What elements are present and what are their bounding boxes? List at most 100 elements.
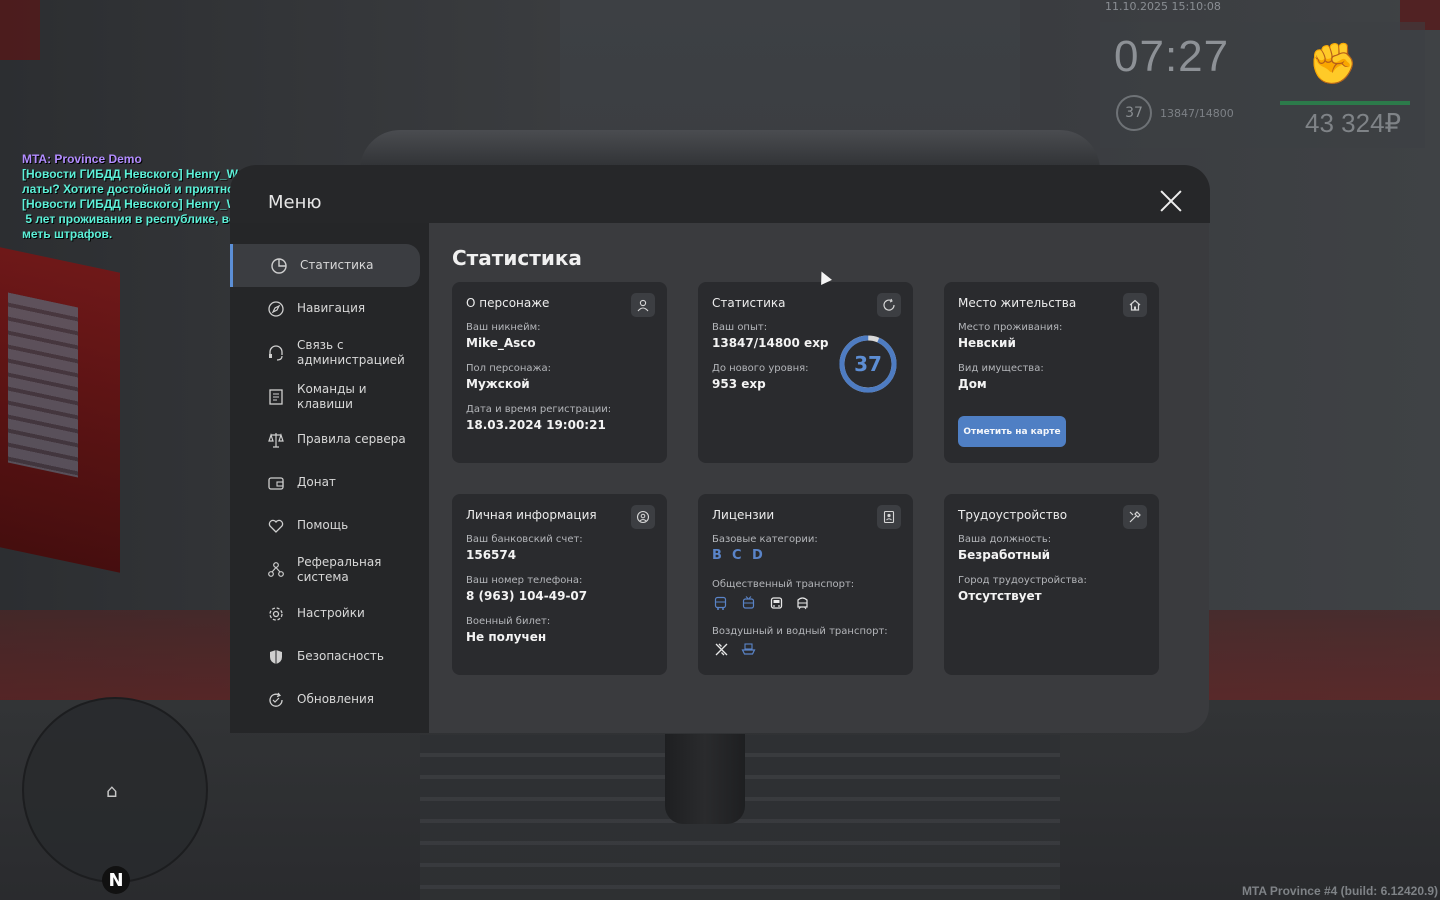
card-title: Личная информация [466,508,597,522]
wallet-icon [266,473,286,493]
registration-label: Дата и время регистрации: [466,404,612,415]
hud-clock: 07:27 [1114,32,1230,81]
sidebar-item-updates[interactable]: Обновления [230,678,420,721]
sidebar-item-security[interactable]: Безопасность [230,635,420,678]
air-water-transport-label: Воздушный и водный транспорт: [712,626,888,637]
base-categories-label: Базовые категории: [712,534,818,545]
license-category-b: B [712,548,722,563]
next-level-label: До нового уровня: [712,363,809,374]
sidebar-item-commands[interactable]: Команды и клавиши [230,375,420,418]
page-title: Статистика [452,246,582,270]
hud-money: 43 324₽ [1305,108,1402,138]
card-title: Место жительства [958,296,1077,310]
house-icon: ⌂ [106,781,118,802]
card-statistics: Статистика Ваш опыт: 13847/14800 exp До … [698,282,913,463]
sidebar-item-label: Настройки [297,606,365,620]
bank-label: Ваш банковский счет: [466,534,583,545]
airplane-icon [712,640,730,658]
people-icon [266,560,286,580]
sidebar-item-label: Связь с администрацией [297,337,405,367]
sidebar-item-label: Статистика [300,258,374,272]
position-label: Ваша должность: [958,534,1052,545]
card-title: Статистика [712,296,786,310]
refresh-icon [266,690,286,710]
exp-label: Ваш опыт: [712,322,768,333]
menu-header [230,165,1210,223]
license-category-d: D [752,548,763,563]
gender-label: Пол персонажа: [466,363,552,374]
hud-datetime: 11.10.2025 15:10:08 [1105,0,1221,13]
fist-icon: ✊ [1308,41,1358,87]
card-personal-info: Личная информация Ваш банковский счет: 1… [452,494,667,675]
license-category-c: C [732,548,742,563]
exp-value: 13847/14800 exp [712,336,829,350]
card-title: Трудоустройство [958,508,1068,522]
bus-icon [711,594,729,612]
sidebar-item-help[interactable]: Помощь [230,504,420,547]
headset-icon [266,343,286,363]
document-icon [266,387,286,407]
sidebar-item-donate[interactable]: Донат [230,461,420,504]
mark-on-map-button[interactable]: Отметить на карте [958,416,1066,447]
sidebar-item-admin-contact[interactable]: Связь с администрацией [230,330,420,375]
compass-icon [266,299,286,319]
nickname-value: Mike_Asco [466,336,536,350]
pie-chart-icon [269,256,289,276]
menu-title: Меню [268,192,322,213]
nickname-label: Ваш никнейм: [466,322,541,333]
health-bar [1280,101,1410,105]
position-value: Безработный [958,548,1051,562]
gender-value: Мужской [466,377,530,391]
build-info: MTA Province #4 (build: 6.12420.9) [1241,884,1438,898]
property-value: Дом [958,377,987,391]
progress-icon [877,293,901,317]
residence-label: Место проживания: [958,322,1063,333]
bank-value: 156574 [466,548,517,562]
gear-icon [266,604,286,624]
tools-icon [1123,505,1147,529]
id-card-icon [877,505,901,529]
military-value: Не получен [466,630,547,644]
sidebar-item-label: Команды и клавиши [297,381,367,411]
level-progress-ring: 37 [838,334,898,394]
minimap: ⌂ N [22,697,208,894]
sidebar-item-navigation[interactable]: Навигация [230,287,420,330]
tram-icon [767,594,785,612]
sidebar-item-label: Обновления [297,692,375,706]
phone-label: Ваш номер телефона: [466,575,583,586]
phone-value: 8 (963) 104-49-07 [466,589,588,603]
close-button[interactable] [1158,188,1184,214]
menu-sidebar: Статистика Навигация Связь с администрац… [230,223,430,733]
next-level-value: 953 exp [712,377,766,391]
metro-icon [793,594,811,612]
public-transport-label: Общественный транспорт: [712,579,855,590]
card-licenses: Лицензии Базовые категории: B C D Общест… [698,494,913,675]
sidebar-item-label: Донат [297,475,336,489]
sidebar-item-settings[interactable]: Настройки [230,592,420,635]
shield-icon [266,647,286,667]
trolleybus-icon [739,594,757,612]
property-label: Вид имущества: [958,363,1044,374]
heart-hand-icon [266,516,286,536]
north-indicator-icon: N [102,866,130,894]
residence-value: Невский [958,336,1016,350]
employment-city-value: Отсутствует [958,589,1042,603]
sidebar-item-label: Помощь [297,518,349,532]
user-circle-icon [631,505,655,529]
card-employment: Трудоустройство Ваша должность: Безработ… [944,494,1159,675]
home-icon [1123,293,1147,317]
vending-machine-glass [8,292,78,478]
sidebar-item-referral[interactable]: Реферальная система [230,547,420,592]
sidebar-item-rules[interactable]: Правила сервера [230,418,420,461]
sidebar-item-label: Навигация [297,301,366,315]
card-residence: Место жительства Место проживания: Невск… [944,282,1159,463]
player-character [665,734,745,824]
hud-exp: 13847/14800 [1160,107,1234,120]
employment-city-label: Город трудоустройства: [958,575,1087,586]
sidebar-item-label: Правила сервера [297,432,406,446]
sidebar-item-statistics[interactable]: Статистика [230,244,420,287]
card-character: О персонаже Ваш никнейм: Mike_Asco Пол п… [452,282,667,463]
card-title: О персонаже [466,296,550,310]
level-number: 37 [854,352,882,376]
registration-value: 18.03.2024 19:00:21 [466,418,606,432]
